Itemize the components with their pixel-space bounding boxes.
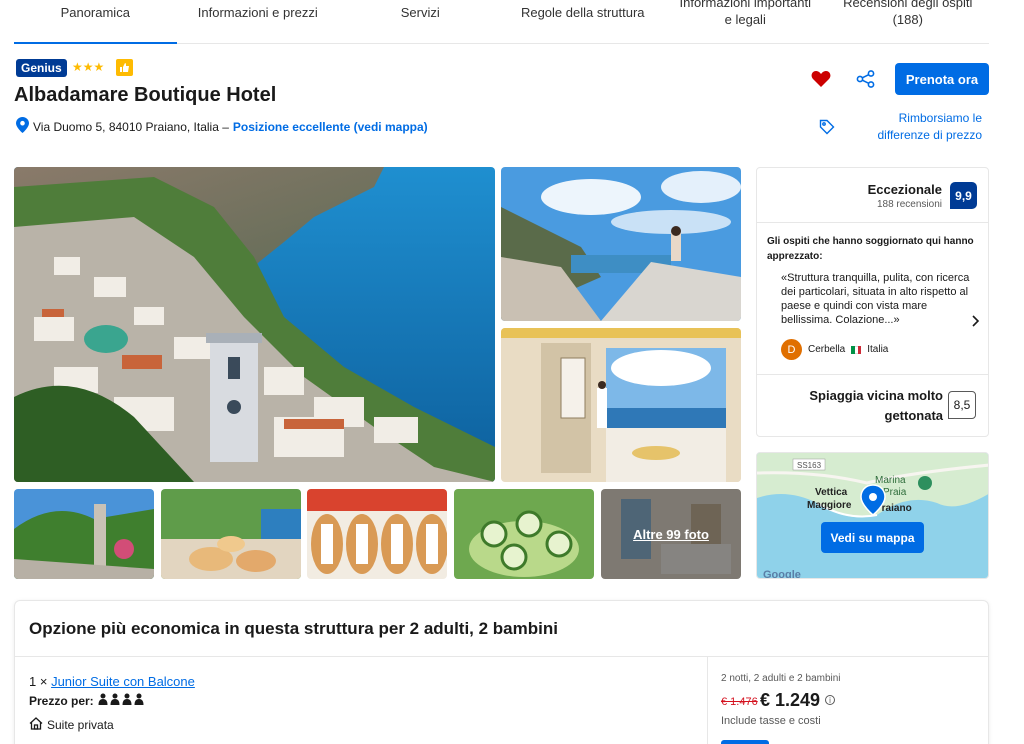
refund-price-difference-link[interactable]: Rimborsiamo le differenze di prezzo (862, 110, 982, 144)
room-type-link[interactable]: Junior Suite con Balcone (51, 674, 195, 689)
reviewer-info: D Cerbella Italia (781, 339, 888, 360)
genius-badge: Genius (16, 59, 67, 77)
private-suite-label: Suite privata (47, 718, 114, 732)
heart-icon[interactable] (811, 70, 831, 93)
guests-liked-heading: Gli ospiti che hanno soggiornato qui han… (767, 236, 974, 262)
map-label-praia: Praia (883, 487, 907, 498)
divider (15, 656, 988, 657)
map-label-marina: Marina (875, 475, 906, 486)
review-count: 188 recensioni (876, 199, 942, 210)
current-price: € 1.249 (760, 690, 821, 710)
map-preview[interactable]: SS163 Marina Praia Vettica Maggiore Prai… (756, 452, 989, 579)
price-for-line: Prezzo per: (29, 693, 144, 708)
italy-flag-icon (851, 345, 862, 354)
beach-score-badge: 8,5 (948, 391, 976, 419)
price-tag-icon (819, 119, 835, 140)
thumb-room-more-photos[interactable]: Altre 99 foto (601, 489, 741, 579)
tab-regole[interactable]: Regole della struttura (502, 0, 665, 43)
share-icon[interactable] (856, 70, 876, 93)
room-line: 1 × Junior Suite con Balcone (29, 674, 195, 689)
cheapest-option-title: Opzione più economica in questa struttur… (29, 619, 558, 638)
beach-highlight-label: Spiaggia vicina molto gettonata (809, 388, 943, 423)
taxes-included-note: Include tasse e costi (721, 715, 821, 727)
thumb-breakfast[interactable] (161, 489, 301, 579)
reserve-now-button[interactable]: Prenota ora (895, 63, 989, 95)
main-photo-amalfi-coast[interactable] (14, 167, 495, 482)
map-label-vettica: Vettica (815, 487, 848, 498)
section-tabs: Panoramica Informazioni e prezzi Servizi… (14, 0, 989, 44)
house-icon (29, 717, 43, 733)
address-text: Via Duomo 5, 84010 Praiano, Italia – (33, 119, 229, 134)
review-summary[interactable]: Eccezionale 188 recensioni 9,9 (757, 168, 988, 223)
tab-info-prezzi[interactable]: Informazioni e prezzi (177, 0, 340, 43)
thumb-pastries[interactable] (307, 489, 447, 579)
reviewer-name: Cerbella (808, 344, 846, 355)
thumbs-up-icon (116, 59, 133, 76)
more-photos-link[interactable]: Altre 99 foto (601, 489, 741, 579)
address-line: Via Duomo 5, 84010 Praiano, Italia – Pos… (16, 117, 428, 136)
private-suite-line: Suite privata (29, 717, 114, 733)
original-price: € 1.476 (721, 696, 758, 708)
cheapest-option-card: Opzione più economica in questa struttur… (14, 600, 989, 744)
avatar: D (781, 339, 802, 360)
review-score-badge: 9,9 (950, 182, 977, 209)
review-quote: «Struttura tranquilla, pulita, con ricer… (781, 272, 970, 326)
tab-panoramica[interactable]: Panoramica (14, 0, 177, 44)
tab-recensioni[interactable]: Recensioni degli ospiti (188) (827, 0, 990, 43)
review-panel: Eccezionale 188 recensioni 9,9 Gli ospit… (756, 167, 989, 437)
reviewer-country: Italia (867, 344, 889, 355)
map-road-label: SS163 (797, 461, 822, 470)
price-for-label: Prezzo per: (29, 693, 94, 708)
tab-info-legali[interactable]: Informazioni importanti e legali (664, 0, 827, 43)
hotel-name: Albadamare Boutique Hotel (14, 84, 277, 106)
photo-arch-balcony[interactable] (501, 328, 741, 482)
map-label-maggiore: Maggiore (807, 500, 852, 511)
room-quantity: 1 × (29, 674, 48, 689)
location-link[interactable]: Posizione eccellente (vedi mappa) (233, 120, 428, 134)
info-icon[interactable]: i (825, 695, 835, 705)
stay-summary: 2 notti, 2 adulti e 2 bambini (721, 673, 841, 684)
thumb-cucumber-glass[interactable] (454, 489, 594, 579)
divider (757, 374, 988, 375)
star-rating: ★★★ (72, 60, 105, 74)
chevron-right-icon[interactable] (972, 314, 980, 330)
guests-icon (98, 693, 144, 708)
tab-servizi[interactable]: Servizi (339, 0, 502, 43)
review-score-word: Eccezionale (867, 182, 942, 197)
select-option-button[interactable] (721, 740, 769, 744)
view-on-map-button[interactable]: Vedi su mappa (821, 522, 924, 553)
photo-terrace-woman[interactable] (501, 167, 741, 321)
divider-vertical (707, 656, 708, 744)
thumb-garden-terrace[interactable] (14, 489, 154, 579)
map-pin-icon (16, 117, 29, 136)
google-logo: Google (763, 569, 801, 579)
